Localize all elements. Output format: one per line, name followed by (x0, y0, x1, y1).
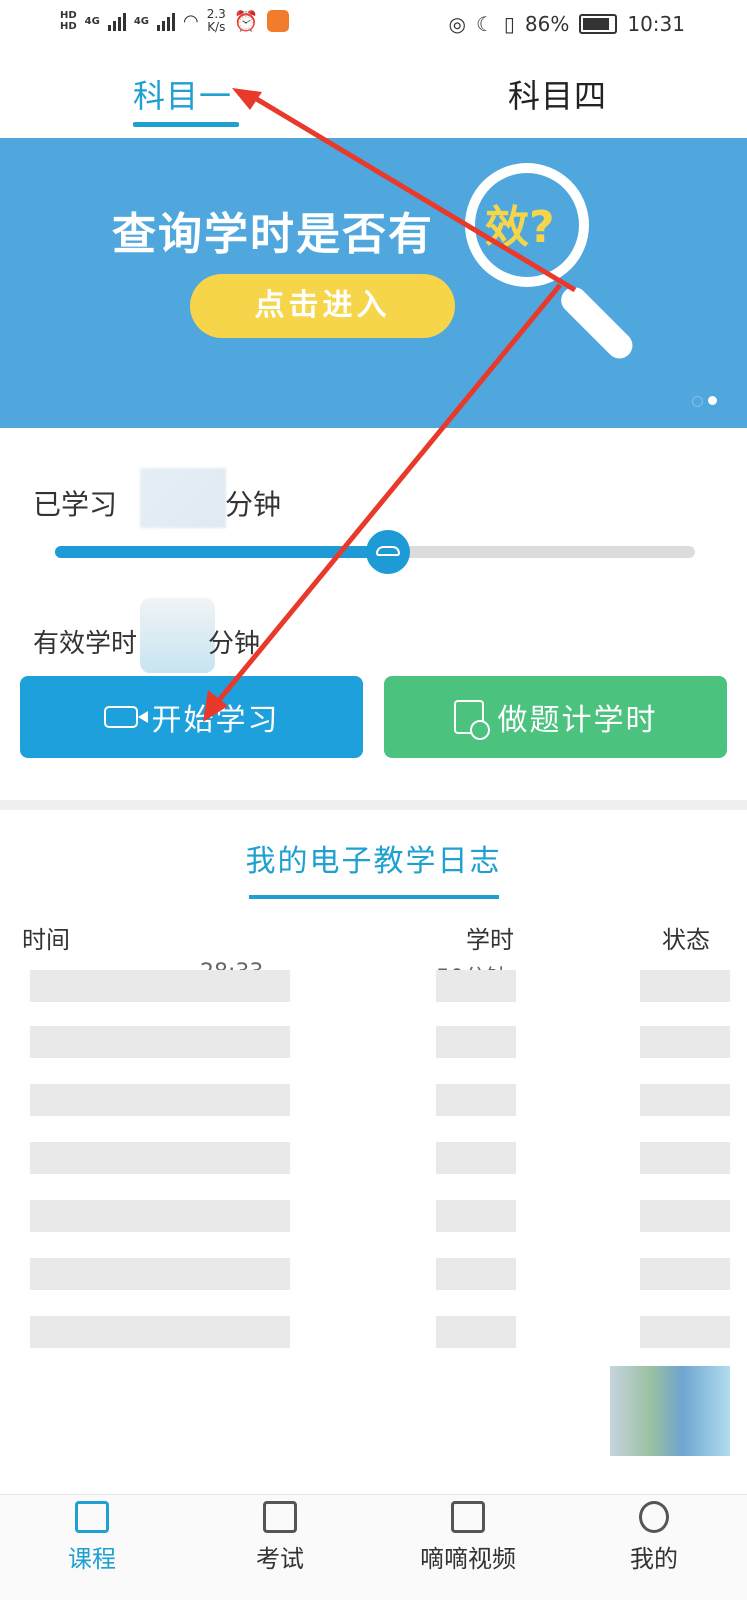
redacted-cell (436, 1142, 516, 1174)
col-time-header: 时间 (22, 926, 70, 954)
nav-mine[interactable]: 我的 (594, 1501, 714, 1574)
calendar-clock-icon (453, 700, 490, 740)
learned-unit: 分钟 (225, 488, 282, 521)
nav-course-label: 课程 (68, 1545, 116, 1573)
network2-label: 4G (133, 15, 150, 27)
table-row (0, 1192, 747, 1242)
valid-value-redacted (140, 598, 215, 673)
vibrate-icon: ▯ (503, 12, 515, 36)
col-hours-header: 学时 (466, 926, 514, 954)
banner-enter-button[interactable]: 点击进入 (190, 274, 455, 338)
practice-hours-label: 做题计学时 (497, 703, 658, 738)
progress-knob (365, 530, 410, 574)
app-notification-icon (266, 10, 289, 32)
video-camera-icon (103, 706, 148, 728)
redacted-cell (640, 1316, 730, 1348)
redacted-cell (640, 1026, 730, 1058)
magnifier-icon: 效? (465, 163, 589, 287)
table-row (0, 1250, 747, 1300)
table-row (0, 1076, 747, 1126)
monitor-icon (75, 1501, 109, 1533)
magnifier-handle (555, 281, 638, 364)
redacted-cell (436, 1258, 516, 1290)
banner-title: 查询学时是否有 (112, 209, 434, 260)
learned-label: 已学习 (33, 488, 118, 521)
redacted-cell (640, 1200, 730, 1232)
redacted-cell (436, 970, 516, 1002)
tab-subject-1[interactable]: 科目一 (133, 71, 232, 117)
car-icon (375, 546, 400, 556)
redacted-cell (30, 1026, 290, 1058)
table-row (0, 1134, 747, 1184)
hd2-label: HD (60, 21, 77, 32)
banner-highlight: 效? (485, 202, 555, 253)
nav-video[interactable]: 嘀嘀视频 (408, 1501, 528, 1574)
location-icon: ◎ (448, 12, 466, 36)
nav-video-label: 嘀嘀视频 (420, 1545, 516, 1573)
nav-course[interactable]: 课程 (32, 1501, 152, 1574)
status-bar: HD HD 4G 4G ◠ 2.3 K/s ⏰ ◎ ☾ ▯ 86% 10:31 (0, 0, 747, 56)
start-study-button[interactable]: 开始学习 (20, 676, 363, 758)
promo-banner[interactable]: 查询学时是否有 效? 点击进入 (0, 138, 747, 428)
table-row: 28:33 50分钟 (0, 960, 747, 1010)
signal2-icon (157, 11, 176, 31)
nav-exam[interactable]: 考试 (220, 1501, 340, 1574)
redacted-cell (30, 1316, 290, 1348)
clock-time: 10:31 (627, 12, 685, 36)
redacted-cell (30, 970, 290, 1002)
user-icon (639, 1501, 669, 1533)
subject-tabs: 科目一 科目四 (0, 56, 747, 136)
status-left: HD HD 4G 4G ◠ 2.3 K/s ⏰ (60, 8, 289, 34)
nav-exam-label: 考试 (256, 1545, 304, 1573)
nav-mine-label: 我的 (630, 1545, 678, 1573)
log-title-underline (249, 895, 499, 899)
table-row (0, 1018, 747, 1068)
redacted-cell (30, 1200, 290, 1232)
battery-icon (579, 14, 618, 34)
redacted-qr-mosaic (610, 1366, 730, 1456)
tab-subject-4[interactable]: 科目四 (508, 71, 607, 117)
speed-unit: K/s (207, 20, 226, 34)
hd-indicators: HD HD (60, 10, 77, 32)
redacted-cell (30, 1258, 290, 1290)
progress-track (55, 530, 695, 574)
tab-active-indicator (133, 122, 239, 127)
redacted-cell (640, 970, 730, 1002)
redacted-cell (436, 1200, 516, 1232)
redacted-cell (436, 1084, 516, 1116)
log-title: 我的电子教学日志 (245, 844, 502, 879)
valid-unit: 分钟 (208, 629, 261, 659)
redacted-cell (30, 1084, 290, 1116)
wifi-icon: ◠ (183, 10, 199, 32)
carousel-dot (708, 396, 717, 405)
battery-percent: 86% (524, 12, 570, 36)
edit-note-icon (263, 1501, 297, 1533)
carousel-dot-active (692, 396, 703, 407)
table-row (0, 1308, 747, 1358)
speed-indicator: 2.3 K/s (207, 8, 226, 34)
bottom-nav: 课程 考试 嘀嘀视频 我的 (0, 1494, 747, 1600)
redacted-cell (640, 1142, 730, 1174)
progress-fill (55, 546, 388, 558)
study-progress: 已学习 分钟 有效学时 分钟 开始学习 做题计学时 (0, 428, 747, 800)
video-file-icon (451, 1501, 485, 1533)
redacted-cell (30, 1142, 290, 1174)
section-divider (0, 800, 747, 810)
redacted-cell (436, 1026, 516, 1058)
hd1-label: HD (60, 10, 77, 21)
signal1-icon (107, 11, 126, 31)
status-right: ◎ ☾ ▯ 86% 10:31 (449, 12, 686, 36)
redacted-cell (640, 1258, 730, 1290)
learned-value-redacted (140, 468, 226, 528)
redacted-cell (640, 1084, 730, 1116)
alarm-icon: ⏰ (233, 9, 259, 33)
valid-hours-label: 有效学时 (33, 629, 138, 659)
col-status-header: 状态 (662, 926, 710, 954)
moon-icon: ☾ (475, 12, 494, 36)
network1-label: 4G (84, 15, 100, 27)
start-study-label: 开始学习 (151, 703, 280, 738)
redacted-cell (436, 1316, 516, 1348)
practice-hours-button[interactable]: 做题计学时 (384, 676, 727, 758)
